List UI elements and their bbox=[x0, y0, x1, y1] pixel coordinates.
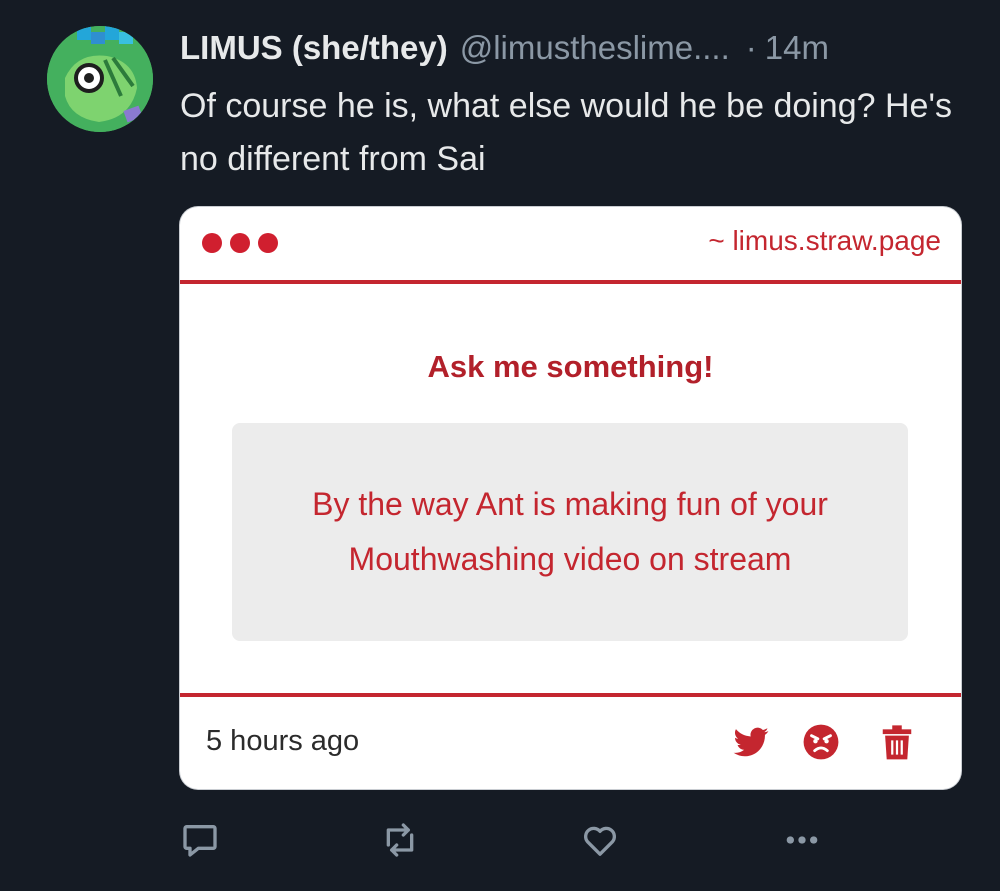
author-handle[interactable]: @limustheslime.... bbox=[460, 29, 730, 67]
reply-icon[interactable] bbox=[180, 820, 220, 860]
angry-face-icon bbox=[803, 724, 839, 760]
attached-image-card[interactable]: ~ limus.straw.page Ask me something! By … bbox=[180, 207, 961, 789]
author-name[interactable]: LIMUS (she/they) bbox=[180, 29, 448, 67]
slime-avatar-image bbox=[47, 26, 153, 132]
question-text: By the way Ant is making fun of your Mou… bbox=[312, 486, 828, 577]
twitter-icon bbox=[733, 727, 769, 757]
card-timestamp: 5 hours ago bbox=[206, 725, 360, 757]
bottom-divider bbox=[180, 693, 961, 697]
tweet-text: Of course he is, what else would he be d… bbox=[180, 87, 952, 178]
site-url: ~ limus.straw.page bbox=[708, 225, 941, 256]
like-icon[interactable] bbox=[580, 820, 620, 860]
separator-dot: · bbox=[745, 29, 757, 66]
avatar[interactable] bbox=[47, 26, 153, 132]
retweet-icon[interactable] bbox=[380, 820, 420, 860]
question-box: By the way Ant is making fun of your Mou… bbox=[232, 423, 908, 641]
top-divider bbox=[180, 280, 961, 284]
trash-icon bbox=[882, 725, 912, 760]
more-icon[interactable] bbox=[782, 820, 822, 860]
tweet-time[interactable]: 14m bbox=[765, 29, 829, 67]
window-dots-icon bbox=[202, 233, 278, 253]
tweet-header: LIMUS (she/they) @limustheslime.... · 14… bbox=[180, 24, 980, 72]
card-heading: Ask me something! bbox=[427, 349, 714, 384]
